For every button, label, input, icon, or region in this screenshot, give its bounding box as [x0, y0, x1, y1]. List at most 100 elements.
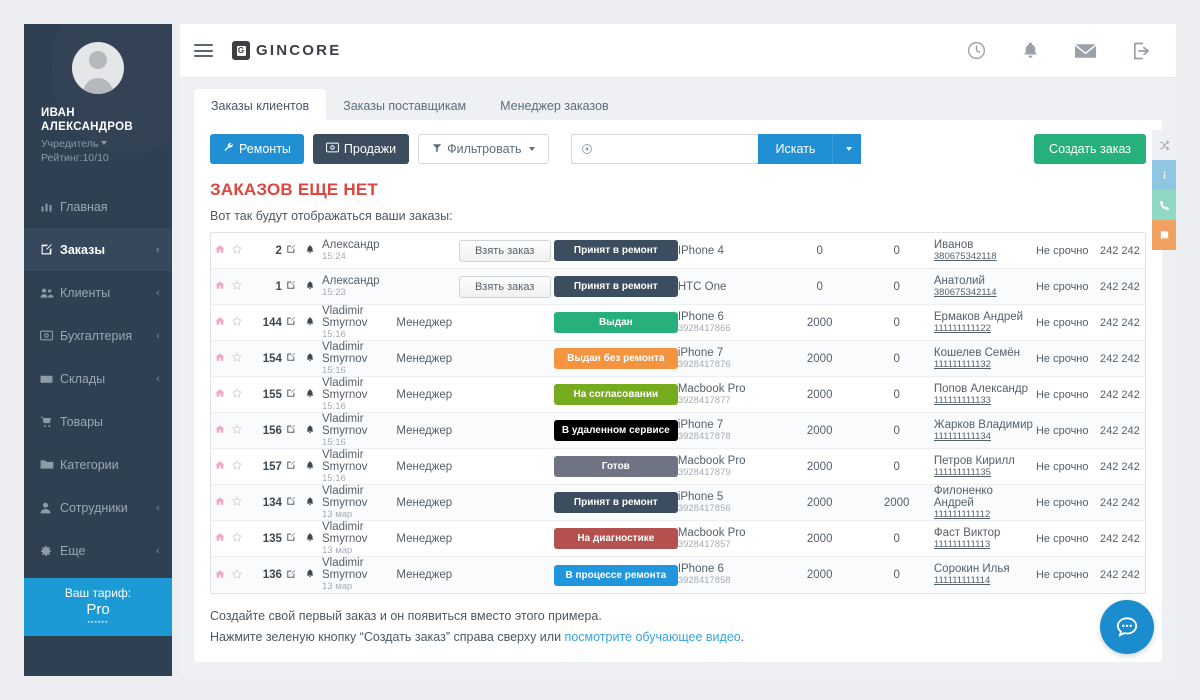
home-icon[interactable] [211, 244, 228, 257]
table-row[interactable]: 156 Vladimir Smyrnov 15:16 Менеджер В удален… [211, 413, 1145, 449]
hamburger-menu-icon[interactable] [194, 41, 213, 61]
training-video-link[interactable]: посмотрите обучающее видео [565, 630, 741, 644]
star-icon[interactable] [228, 243, 245, 258]
client-phone[interactable]: 111111111122 [934, 323, 1036, 335]
search-input[interactable] [602, 134, 759, 164]
home-icon[interactable] [211, 316, 228, 329]
sidebar-item-2[interactable]: Заказы ‹ [24, 228, 172, 271]
table-row[interactable]: 154 Vladimir Smyrnov 15:16 Менеджер Выдан бе… [211, 341, 1145, 377]
home-icon[interactable] [211, 424, 228, 437]
edit-icon[interactable] [284, 424, 298, 437]
sidebar-item-1[interactable]: Главная [24, 185, 172, 228]
star-icon[interactable] [228, 459, 245, 474]
create-order-button[interactable]: Создать заказ [1034, 134, 1146, 164]
home-icon[interactable] [211, 352, 228, 365]
tab-2[interactable]: Заказы поставщикам [326, 89, 483, 121]
sidebar-item-3[interactable]: Клиенты ‹ [24, 271, 172, 314]
bell-icon[interactable] [298, 316, 322, 330]
table-row[interactable]: 157 Vladimir Smyrnov 15:16 Менеджер Готов Mac… [211, 449, 1145, 485]
client-phone[interactable]: 380675342114 [934, 287, 1036, 299]
shuffle-icon[interactable] [1152, 130, 1176, 160]
client-phone[interactable]: 111111111113 [934, 539, 1036, 551]
edit-icon[interactable] [284, 496, 298, 509]
star-icon[interactable] [228, 568, 245, 583]
sidebar-item-4[interactable]: Бухгалтерия ‹ [24, 314, 172, 357]
chat-bubble-icon[interactable] [1100, 600, 1154, 654]
envelope-icon[interactable] [1074, 42, 1097, 60]
book-icon[interactable] [1152, 220, 1176, 250]
search-button[interactable]: Искать [758, 134, 833, 164]
sales-button[interactable]: Продажи [312, 134, 410, 164]
star-icon[interactable] [228, 387, 245, 402]
bell-icon[interactable] [298, 244, 322, 258]
client-phone[interactable]: 380675342118 [934, 251, 1036, 263]
status-badge[interactable]: Принят в ремонт [553, 492, 678, 513]
sidebar-item-9[interactable]: Еще ‹ [24, 529, 172, 572]
table-row[interactable]: 144 Vladimir Smyrnov 15:16 Менеджер Выдан IPh… [211, 305, 1145, 341]
home-icon[interactable] [211, 569, 228, 582]
table-row[interactable]: 135 Vladimir Smyrnov 13 мар Менеджер На диаг… [211, 521, 1145, 557]
bell-icon[interactable] [298, 388, 322, 402]
table-row[interactable]: 1 Александр 15:23 Взять заказ Принят в ремон… [211, 269, 1145, 305]
status-badge[interactable]: На согласовании [553, 384, 678, 405]
bell-icon[interactable] [298, 424, 322, 438]
table-row[interactable]: 2 Александр 15:24 Взять заказ Принят в ремон… [211, 233, 1145, 269]
status-badge[interactable]: Выдан без ремонта [553, 348, 678, 369]
status-badge[interactable]: Принят в ремонт [553, 240, 678, 261]
table-row[interactable]: 136 Vladimir Smyrnov 13 мар Менеджер В проце… [211, 557, 1145, 593]
edit-icon[interactable] [284, 352, 298, 365]
search-dropdown-button[interactable] [832, 134, 862, 164]
status-badge[interactable]: В процессе ремонта [553, 564, 678, 586]
status-badge[interactable]: В удаленном сервисе [553, 420, 678, 441]
table-row[interactable]: 155 Vladimir Smyrnov 15:16 Менеджер На согла… [211, 377, 1145, 413]
phone-icon[interactable] [1152, 190, 1176, 220]
table-row[interactable]: 134 Vladimir Smyrnov 13 мар Менеджер Принят … [211, 485, 1145, 521]
logout-icon[interactable] [1131, 41, 1152, 61]
edit-icon[interactable] [284, 388, 298, 401]
star-icon[interactable] [228, 351, 245, 366]
star-icon[interactable] [228, 423, 245, 438]
home-icon[interactable] [211, 460, 228, 473]
client-phone[interactable]: 111111111132 [934, 359, 1036, 371]
home-icon[interactable] [211, 280, 228, 293]
client-phone[interactable]: 111111111112 [934, 509, 1036, 521]
repairs-button[interactable]: Ремонты [210, 134, 304, 164]
edit-icon[interactable] [284, 460, 298, 473]
star-icon[interactable] [228, 531, 245, 546]
user-role[interactable]: Учредитель [24, 137, 172, 151]
app-logo[interactable]: G GINCORE [232, 41, 341, 60]
circle-target-icon[interactable] [571, 134, 603, 164]
bell-icon[interactable] [298, 568, 322, 582]
tab-1[interactable]: Заказы клиентов [194, 89, 327, 121]
edit-icon[interactable] [284, 532, 298, 545]
sidebar-item-5[interactable]: Склады ‹ [24, 357, 172, 400]
take-order-button[interactable]: Взять заказ [458, 275, 551, 298]
bell-icon[interactable] [298, 496, 322, 510]
star-icon[interactable] [228, 279, 245, 294]
status-badge[interactable]: Выдан [553, 312, 678, 333]
client-phone[interactable]: 111111111134 [934, 431, 1036, 443]
home-icon[interactable] [211, 532, 228, 545]
edit-icon[interactable] [284, 244, 298, 257]
tab-3[interactable]: Менеджер заказов [483, 89, 626, 121]
status-badge[interactable]: Принят в ремонт [553, 276, 678, 297]
tariff-box[interactable]: Ваш тариф: Pro ▪▪▪▪▪▪ [24, 578, 172, 636]
bell-icon[interactable] [298, 352, 322, 366]
sidebar-item-8[interactable]: Сотрудники ‹ [24, 486, 172, 529]
edit-icon[interactable] [284, 316, 298, 329]
star-icon[interactable] [228, 495, 245, 510]
filter-button[interactable]: Фильтровать [418, 134, 550, 164]
home-icon[interactable] [211, 496, 228, 509]
take-order-button[interactable]: Взять заказ [458, 239, 551, 262]
bell-icon[interactable] [1021, 40, 1040, 61]
sidebar-item-7[interactable]: Категории [24, 443, 172, 486]
status-badge[interactable]: На диагностике [553, 528, 678, 549]
info-icon[interactable] [1152, 160, 1176, 190]
home-icon[interactable] [211, 388, 228, 401]
star-icon[interactable] [228, 315, 245, 330]
sidebar-item-6[interactable]: Товары [24, 400, 172, 443]
bell-icon[interactable] [298, 460, 322, 474]
bell-icon[interactable] [298, 532, 322, 546]
edit-icon[interactable] [284, 569, 298, 582]
status-badge[interactable]: Готов [553, 456, 678, 477]
